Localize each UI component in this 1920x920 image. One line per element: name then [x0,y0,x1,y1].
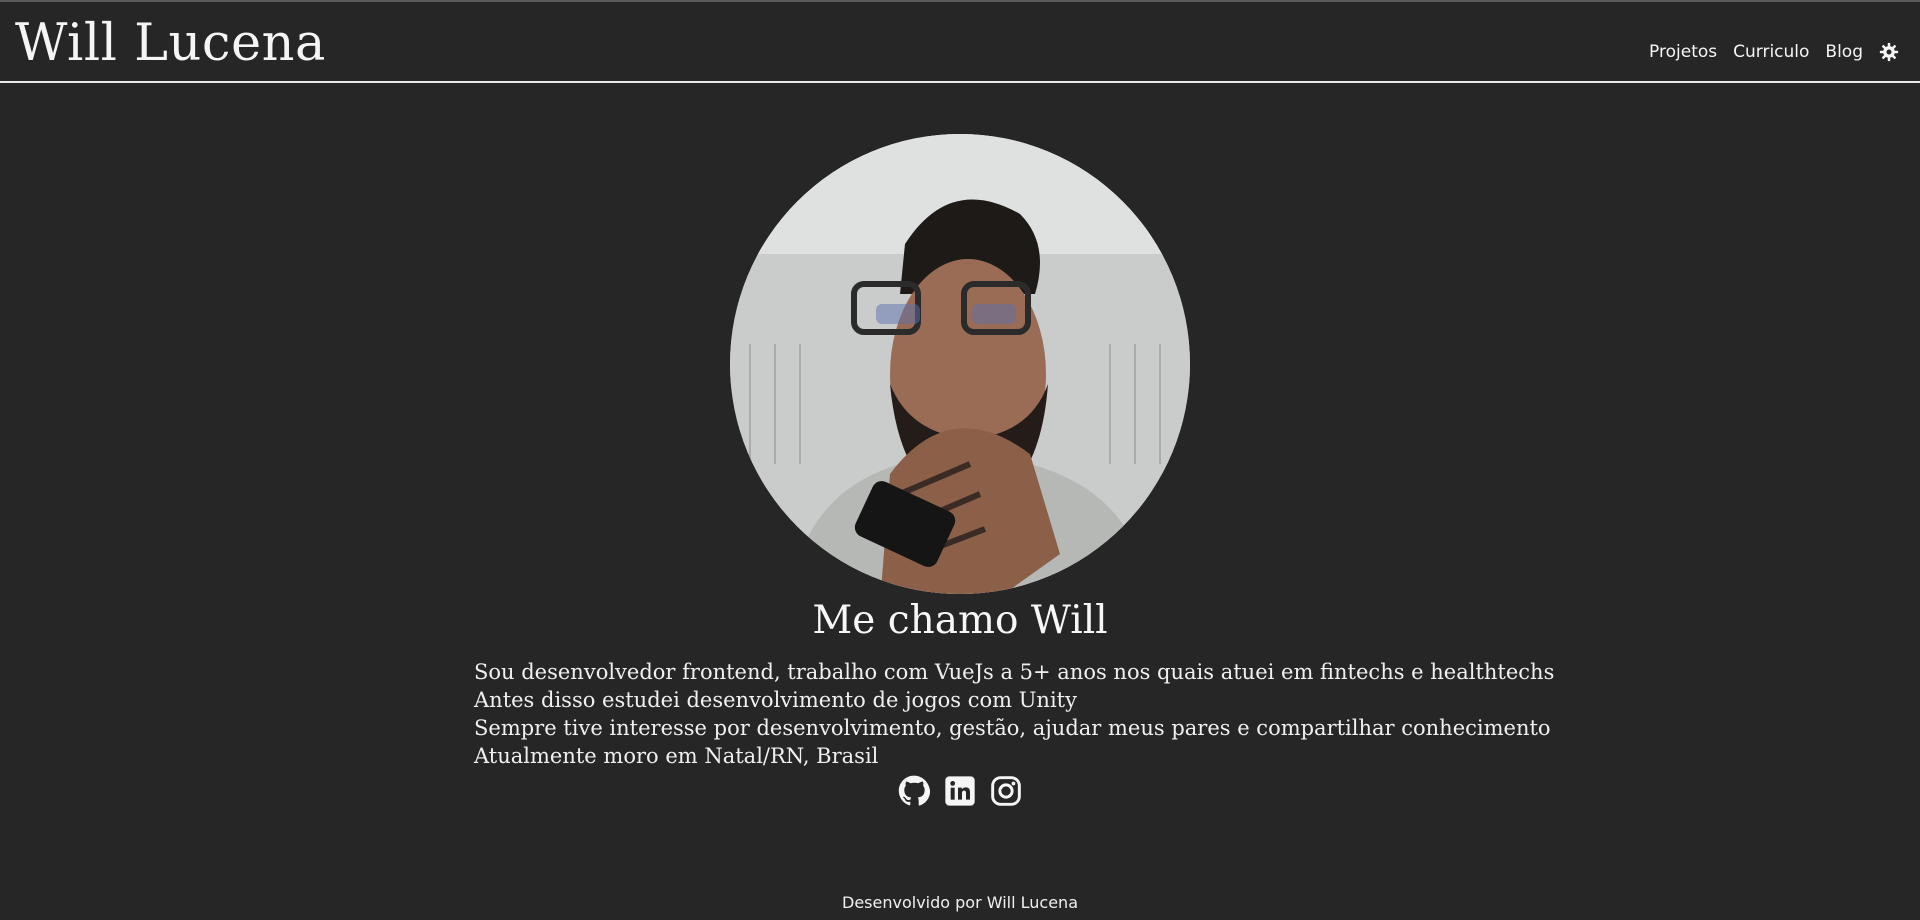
social-links [0,775,1920,807]
github-icon [898,775,930,806]
site-footer: Desenvolvido por Will Lucena [842,893,1078,912]
nav-link-curriculo[interactable]: Curriculo [1733,42,1809,62]
profile-photo-illustration [730,134,1190,594]
theme-toggle-button[interactable] [1879,42,1899,62]
nav-link-projetos[interactable]: Projetos [1649,42,1717,62]
linkedin-link[interactable] [944,775,976,807]
profile-photo [730,134,1190,594]
greeting-heading: Me chamo Will [812,598,1108,643]
bio-line: Atualmente moro em Natal/RN, Brasil [474,744,879,768]
bio-line: Antes disso estudei desenvolvimento de j… [474,688,1077,712]
bio-line: Sempre tive interesse por desenvolviment… [474,716,1551,740]
bio-text: Sou desenvolvedor frontend, trabalho com… [474,658,1555,770]
gear-icon [1879,42,1899,62]
linkedin-icon [945,776,975,806]
bio-line: Sou desenvolvedor frontend, trabalho com… [474,660,1555,684]
nav-link-blog[interactable]: Blog [1825,42,1863,62]
site-title-link[interactable]: Will Lucena [15,14,326,74]
instagram-icon [991,776,1021,806]
site-header: Will Lucena Projetos Curriculo Blog [0,2,1920,83]
instagram-link[interactable] [990,775,1022,807]
main-nav: Projetos Curriculo Blog [1649,42,1899,62]
github-link[interactable] [898,775,930,807]
